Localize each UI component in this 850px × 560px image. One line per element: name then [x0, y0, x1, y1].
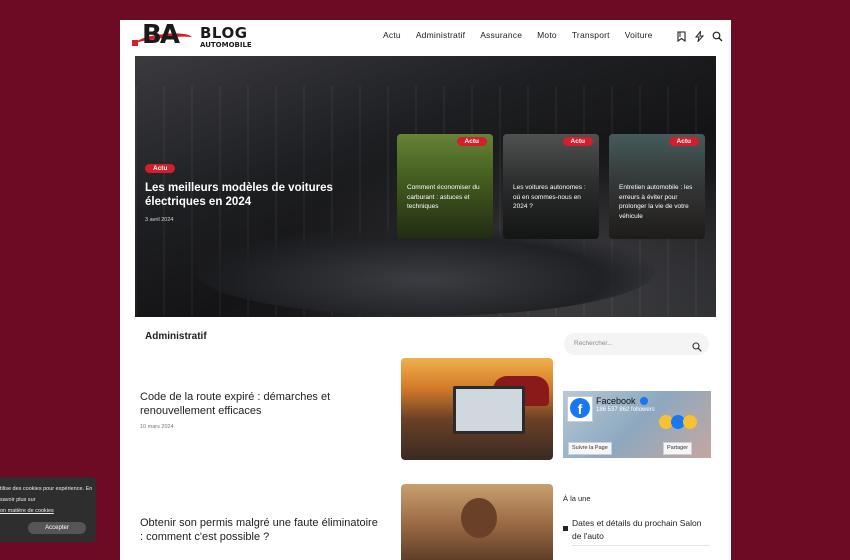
card-title[interactable]: Comment économiser du carburant : astuce… — [407, 183, 485, 212]
site-header: BA BLOG AUTOMOBILE Actu Administratif As… — [120, 20, 731, 54]
a-la-une-item[interactable]: Dates et détails du prochain Salon de l'… — [572, 517, 712, 543]
verified-icon — [640, 397, 648, 405]
nav-item-administratif[interactable]: Administratif — [416, 30, 465, 40]
bookmark-icon[interactable] — [676, 29, 687, 43]
header-icons — [676, 29, 723, 44]
facebook-followers: 186 537 862 followers — [596, 407, 655, 413]
post-thumbnail-1[interactable] — [401, 358, 553, 460]
cookie-text: tilise des cookies pour expérience. En s… — [0, 484, 96, 517]
hero-category-badge[interactable]: Actu — [145, 164, 176, 173]
facebook-f-icon: f — [570, 398, 590, 418]
cookie-accept-button[interactable]: Accepter — [28, 522, 86, 534]
cookie-policy-link[interactable]: on matière de cookies — [0, 508, 54, 514]
list-bullet — [563, 526, 568, 531]
nav-item-moto[interactable]: Moto — [537, 30, 557, 40]
post-title-1[interactable]: Code de la route expiré : démarches et r… — [140, 390, 380, 418]
logo-sub: AUTOMOBILE — [200, 41, 252, 49]
search-icon[interactable] — [692, 339, 702, 352]
page-container: BA BLOG AUTOMOBILE Actu Administratif As… — [120, 20, 731, 560]
thumbnail-person-shape — [461, 498, 497, 538]
a-la-une-heading: À la une — [563, 494, 591, 503]
site-logo[interactable]: BA BLOG AUTOMOBILE — [132, 20, 257, 52]
search-icon[interactable] — [712, 29, 723, 42]
nav-item-actu[interactable]: Actu — [383, 30, 401, 40]
hero-post-date: 3 avril 2024 — [145, 217, 174, 223]
post-thumbnail-2[interactable] — [401, 484, 553, 560]
hero-background-car — [195, 226, 655, 316]
post-date-1: 10 mars 2024 — [140, 424, 174, 430]
facebook-page-name[interactable]: Facebook — [596, 396, 636, 406]
nav-item-voiture[interactable]: Voiture — [625, 30, 653, 40]
card-title[interactable]: Les voitures autonomes : où en sommes-no… — [513, 183, 591, 212]
logo-name: BLOG — [200, 24, 248, 42]
search-input[interactable]: Rechercher... — [574, 340, 613, 347]
nav-item-assurance[interactable]: Assurance — [480, 30, 522, 40]
facebook-widget[interactable]: f Facebook 186 537 862 followers Suivre … — [563, 391, 711, 458]
thumbnail-laptop-shape — [453, 386, 525, 434]
lightning-icon[interactable] — [694, 29, 705, 44]
card-title[interactable]: Entretien automobile : les erreurs à évi… — [619, 183, 697, 221]
hero-card-1[interactable]: Actu Comment économiser du carburant : a… — [397, 134, 493, 239]
nav-item-transport[interactable]: Transport — [572, 30, 610, 40]
emoji-haha-icon — [683, 415, 697, 429]
hero-card-3[interactable]: Actu Entretien automobile : les erreurs … — [609, 134, 705, 239]
main-nav: Actu Administratif Assurance Moto Transp… — [383, 30, 668, 40]
facebook-logo[interactable]: f — [567, 396, 593, 422]
hero-section: Actu Les meilleurs modèles de voitures é… — [135, 56, 716, 317]
hero-post-title[interactable]: Les meilleurs modèles de voitures électr… — [145, 181, 385, 209]
section-title[interactable]: Administratif — [145, 331, 207, 342]
divider — [572, 545, 710, 546]
card-category-badge[interactable]: Actu — [562, 137, 593, 146]
hero-card-2[interactable]: Actu Les voitures autonomes : où en somm… — [503, 134, 599, 239]
card-category-badge[interactable]: Actu — [456, 137, 487, 146]
facebook-share-button[interactable]: Partager — [663, 442, 693, 455]
post-title-2[interactable]: Obtenir son permis malgré une faute élim… — [140, 516, 380, 544]
hero-featured-post[interactable]: Actu Les meilleurs modèles de voitures é… — [145, 157, 385, 223]
cookie-message: tilise des cookies pour expérience. En s… — [0, 486, 93, 503]
sidebar-search[interactable]: Rechercher... — [564, 333, 709, 355]
facebook-follow-button[interactable]: Suivre la Page — [568, 442, 612, 455]
logo-letters: BA — [142, 20, 180, 50]
cookie-banner: tilise des cookies pour expérience. En s… — [0, 477, 96, 542]
card-category-badge[interactable]: Actu — [668, 137, 699, 146]
